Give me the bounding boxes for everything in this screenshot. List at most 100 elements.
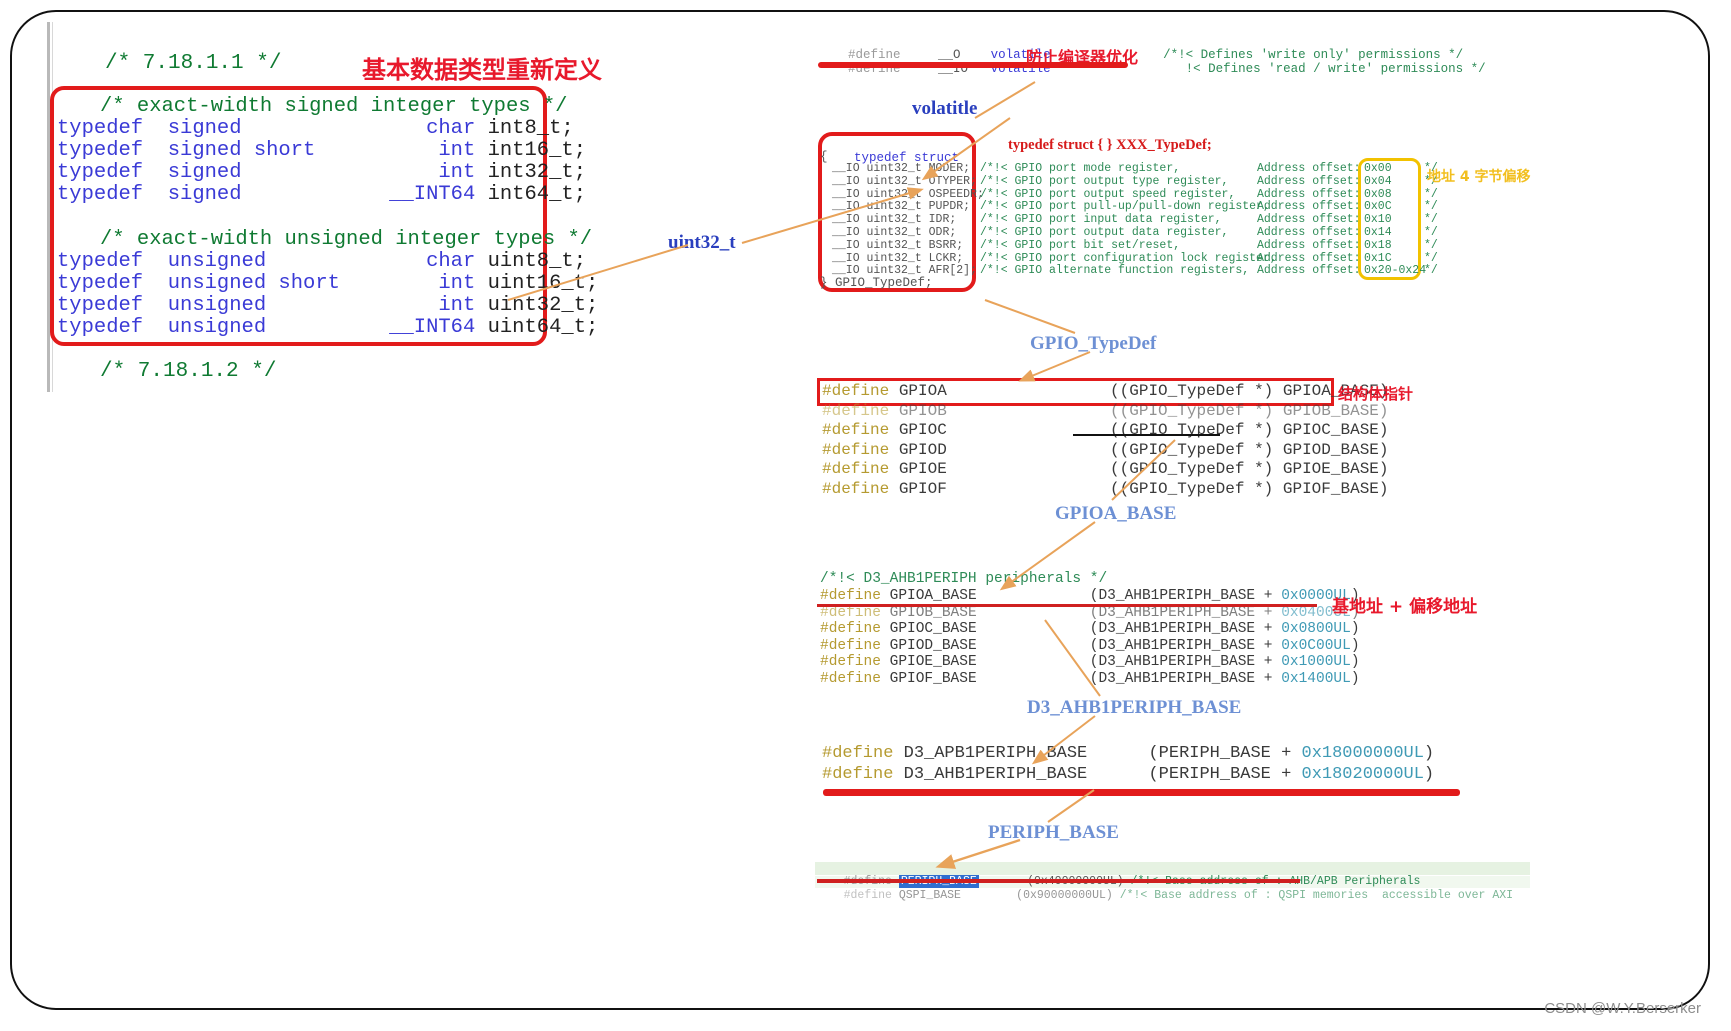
typedef-signedness: unsigned (167, 316, 377, 339)
gpio-define-row: #define GPIOE ((GPIO_TypeDef *) GPIOE_BA… (822, 460, 1389, 478)
typedef-keyword: typedef (57, 250, 168, 273)
member-address-label: Address offset: (1257, 251, 1361, 265)
define-close-paren: ) (1423, 744, 1435, 763)
typedef-base-type: char (376, 250, 476, 273)
member-comment-tail: */ (1424, 213, 1438, 227)
periph-define-row: #define D3_AHB1PERIPH_BASE (PERIPH_BASE … (822, 765, 1434, 784)
define-comment: !< Defines 'read / write' permissions */ (1185, 62, 1486, 76)
member-type: uint32_t (866, 213, 929, 227)
struct-member-row: __IO uint32_t PUPDR; (832, 200, 970, 213)
member-address-label: Address offset: (1257, 187, 1361, 201)
typedef-base-type: char (376, 117, 476, 140)
volatile-underline (818, 62, 1128, 68)
define-offset: 0x0800UL (1281, 621, 1351, 637)
typedef-row: typedef signed short int int16_t; (57, 139, 586, 162)
left-title-annotation: 基本数据类型重新定义 (362, 56, 602, 84)
member-address-label: Address offset: (1257, 264, 1361, 278)
define-keyword: #define (820, 621, 890, 637)
struct-member-row: __IO uint32_t BSRR; (832, 239, 963, 252)
define-value: ((GPIO_TypeDef *) GPIOE_BASE) (1110, 460, 1389, 478)
gpio-define-row: #define GPIOD ((GPIO_TypeDef *) GPIOD_BA… (822, 441, 1389, 459)
member-name: OTYPER; (928, 174, 977, 188)
member-name: BSRR; (928, 238, 964, 252)
define-value: ((GPIO_TypeDef *) GPIOF_BASE) (1110, 479, 1389, 498)
define-keyword: #define (822, 421, 899, 439)
periph-underline (823, 789, 1460, 796)
member-qualifier: __IO (832, 162, 867, 175)
define-name: GPIOA (898, 382, 1111, 400)
member-address-label: Address offset: (1257, 226, 1361, 239)
typedef-base-type: int (376, 139, 476, 162)
member-comment: /*!< GPIO alternate function registers, (980, 264, 1250, 278)
define-name: GPIOF_BASE (889, 670, 1090, 687)
member-qualifier: __IO (832, 213, 867, 227)
member-qualifier: __IO (832, 200, 867, 214)
member-comment: /*!< GPIO port output type register, (980, 174, 1229, 188)
member-comment-tail: */ (1424, 200, 1438, 214)
member-type: uint32_t (866, 187, 929, 201)
define-keyword: #define (822, 382, 899, 400)
gpio-pointer-annotation: 结构体指针 (1338, 385, 1414, 403)
struct-open-brace: { (820, 150, 828, 164)
define-value: ((GPIO_TypeDef *) GPIOD_BASE) (1110, 440, 1389, 459)
typedef-base-type: int (376, 294, 476, 317)
typedef-row: typedef signed __INT64 int64_t; (57, 183, 586, 206)
member-comment: /*!< GPIO port output speed register, (980, 187, 1236, 201)
member-comment: /*!< GPIO port bit set/reset, (980, 238, 1181, 252)
typedef-keyword: typedef (57, 117, 168, 140)
define-keyword: #define (820, 654, 890, 670)
member-address-label: Address offset: (1257, 162, 1361, 175)
member-type: uint32_t (866, 251, 929, 265)
define-name: GPIOB (898, 401, 1111, 420)
typedef-alias: int64_t; (475, 183, 586, 206)
member-offset: 0x20-0x24 (1364, 264, 1427, 278)
typedef-alias: uint64_t; (475, 316, 599, 339)
member-offset: 0x14 (1364, 226, 1392, 239)
typedef-row: typedef unsigned int uint32_t; (57, 294, 598, 317)
member-comment: /*!< GPIO port output data register, (980, 226, 1229, 239)
unsigned-section-comment: /* exact-width unsigned integer types */ (100, 228, 593, 251)
struct-member-row: __IO uint32_t OSPEEDR; (832, 188, 984, 201)
define-expression: (D3_AHB1PERIPH_BASE + (1089, 588, 1282, 604)
gpio-define-row: #define GPIOC ((GPIO_TypeDef *) GPIOC_BA… (822, 421, 1389, 439)
struct-member-row: __IO uint32_t ODR; (832, 226, 956, 239)
struct-member-row: __IO uint32_t IDR; (832, 213, 956, 226)
member-address-label: Address offset: (1257, 213, 1361, 227)
define-expression: (PERIPH_BASE + (1148, 744, 1302, 763)
typedef-signedness: signed short (167, 139, 377, 162)
member-name: PUPDR; (928, 200, 971, 214)
callout-uint32t: uint32_t (668, 232, 736, 253)
member-qualifier: __IO (832, 174, 867, 188)
qspi-base-underline (817, 879, 1300, 883)
member-name: MODER; (928, 162, 971, 175)
typedef-alias: int32_t; (475, 161, 586, 184)
member-type: uint32_t (866, 162, 929, 175)
member-comment: /*!< GPIO port mode register, (980, 162, 1181, 175)
define-keyword: #define (822, 479, 899, 498)
typedef-keyword: typedef (57, 139, 168, 162)
typedef-row: typedef unsigned __INT64 uint64_t; (57, 316, 598, 339)
base-define-row: #define GPIOD_BASE (D3_AHB1PERIPH_BASE +… (820, 638, 1360, 654)
define-expression: (D3_AHB1PERIPH_BASE + (1089, 654, 1282, 670)
typedef-row: typedef signed char int8_t; (57, 117, 574, 140)
member-address-label: Address offset: (1257, 238, 1361, 252)
define-expression: (D3_AHB1PERIPH_BASE + (1089, 637, 1282, 654)
typedef-keyword: typedef (57, 161, 168, 184)
member-offset: 0x10 (1364, 213, 1392, 227)
watermark: CSDN @W.Y.Berserker (1544, 1000, 1701, 1017)
base-define-row: #define GPIOE_BASE (D3_AHB1PERIPH_BASE +… (820, 654, 1360, 670)
struct-title-annotation: typedef struct { } XXX_TypeDef; (1008, 137, 1212, 153)
define-offset: 0x0C00UL (1281, 637, 1351, 654)
member-name: OSPEEDR; (928, 187, 984, 201)
define-name: GPIOF (898, 479, 1111, 498)
member-offset: 0x08 (1364, 187, 1392, 201)
left-header-comment: /* 7.18.1.1 */ (105, 52, 282, 75)
define-keyword: #define (820, 588, 890, 604)
volatile-line-1: #define __IO volatile !< Defines 'read /… (818, 48, 1486, 90)
member-comment-tail: */ (1424, 187, 1438, 201)
member-name: LCKR; (928, 251, 964, 265)
define-close-paren: ) (1350, 654, 1360, 670)
member-type: uint32_t (866, 200, 929, 214)
base-define-row: #define GPIOF_BASE (D3_AHB1PERIPH_BASE +… (820, 671, 1360, 687)
member-name: AFR[2]; (928, 264, 977, 278)
